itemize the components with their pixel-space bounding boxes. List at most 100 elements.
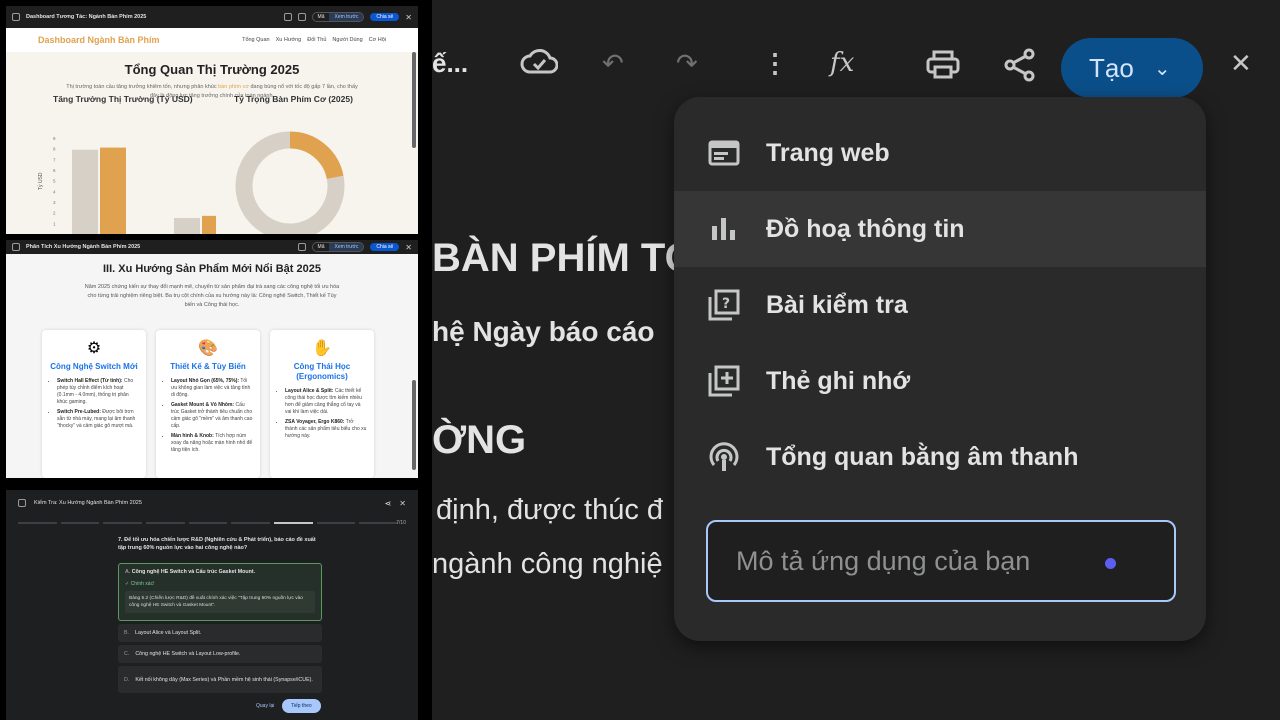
menu-item-quiz[interactable]: ? Bài kiểm tra <box>674 267 1206 343</box>
describe-app-input[interactable]: Mô tả ứng dụng của bạn <box>706 520 1176 602</box>
editor-area: ế... ↶ ↷ ⋮ fx Tạo ⌄ ✕ BÀN PHÍM TO hệ Ngà… <box>432 0 1280 720</box>
y-tick-label: 7 <box>53 157 56 162</box>
list-item: Switch Pre-Lubed: Được bôi trơn sẵn từ n… <box>57 409 139 430</box>
close-icon[interactable]: ✕ <box>405 13 412 22</box>
list-item: Layout Nhỏ Gọn (65%, 75%): Tối ưu không … <box>171 378 253 399</box>
document-icon <box>12 243 20 251</box>
trend-card: ⚙ Công Nghệ Switch Mới Switch Hall Effec… <box>42 330 146 478</box>
view-toggle[interactable]: Mã Xem trước <box>311 242 365 252</box>
refresh-icon[interactable] <box>297 13 306 21</box>
option-text: Công nghệ HE Switch và Cấu trúc Gasket M… <box>131 569 256 575</box>
panel-topbar: Phân Tích Xu Hướng Ngành Bàn Phím 2025 M… <box>6 240 418 254</box>
y-tick-label: 9 <box>53 136 56 141</box>
close-icon[interactable]: ✕ <box>405 243 412 252</box>
dashboard-nav: Dashboard Ngành Bàn Phím Tổng Quan Xu Hư… <box>6 28 418 52</box>
preview-tab[interactable]: Xem trước <box>329 243 364 251</box>
menu-item-infographic[interactable]: Đồ hoạ thông tin <box>674 191 1206 267</box>
answer-option-b[interactable]: B. Layout Alice và Layout Split. <box>118 624 322 642</box>
panel-topbar: Dashboard Tương Tác: Ngành Bàn Phím 2025… <box>6 6 418 28</box>
y-axis-label: Tỷ USD <box>37 172 44 190</box>
redo-icon[interactable]: ↷ <box>676 48 698 79</box>
menu-item-label: Tổng quan bằng âm thanh <box>766 442 1079 471</box>
gear-icon: ⚙ <box>86 340 102 357</box>
donut-chart <box>235 131 345 234</box>
menu-item-flashcards[interactable]: Thẻ ghi nhớ <box>674 343 1206 419</box>
screen-icon[interactable] <box>283 13 292 21</box>
chevron-down-icon: ⌄ <box>1153 57 1171 80</box>
section-title: III. Xu Hướng Sản Phẩm Mới Nổi Bật 2025 <box>103 263 321 275</box>
share-icon[interactable]: ⋖ <box>385 499 392 508</box>
create-button[interactable]: Tạo ⌄ <box>1061 38 1203 98</box>
question-text: 7. Để tối ưu hóa chiến lược R&D (Nghiên … <box>118 537 316 551</box>
close-icon[interactable]: ✕ <box>399 499 406 508</box>
trend-card: 🎨 Thiết Kế & Tùy Biến Layout Nhỏ Gọn (65… <box>156 330 260 478</box>
code-tab[interactable]: Mã <box>313 243 330 251</box>
sparkle-icon <box>1105 558 1116 569</box>
svg-text:?: ? <box>722 296 730 312</box>
nav-link[interactable]: Người Dùng <box>332 37 362 43</box>
bar <box>100 147 126 234</box>
card-list: Layout Nhỏ Gọn (65%, 75%): Tối ưu không … <box>163 378 253 454</box>
share-button[interactable]: Chia sẻ <box>370 13 400 21</box>
answer-option-d[interactable]: D. Kết nối không dây (Max Series) và Phần… <box>118 666 322 693</box>
progress-segment <box>103 522 143 524</box>
bar <box>174 218 200 234</box>
doc-text: hệ Ngày báo cáo <box>432 316 655 347</box>
list-item: Layout Alice & Split: Các thiết kế công … <box>285 388 367 416</box>
view-toggle[interactable]: Mã Xem trước <box>311 12 365 22</box>
hand-icon: ✋ <box>312 340 332 357</box>
scrollbar[interactable] <box>412 52 416 148</box>
document-icon <box>18 499 26 507</box>
undo-icon[interactable]: ↶ <box>602 48 624 79</box>
doc-text: định, được thúc đ <box>436 494 664 526</box>
list-item: Switch Hall Effect (Từ tính): Cho phép t… <box>57 378 139 406</box>
create-menu: Trang web Đồ hoạ thông tin ? Bài kiểm tr… <box>674 97 1206 641</box>
nav-link[interactable]: Đối Thủ <box>307 37 326 43</box>
cloud-sync-icon[interactable] <box>520 46 559 83</box>
progress-segment <box>60 522 100 524</box>
window-title: Kiểm Tra: Xu Hướng Ngành Bàn Phím 2025 <box>34 500 142 506</box>
next-button[interactable]: Tiếp theo <box>282 699 321 713</box>
function-icon[interactable]: fx <box>830 48 854 78</box>
screen-icon[interactable] <box>297 243 306 251</box>
code-tab[interactable]: Mã <box>313 13 330 21</box>
list-item: Gasket Mount & Vỏ Nhôm: Cấu trúc Gasket … <box>171 402 253 430</box>
document-title[interactable]: ế... <box>432 48 468 79</box>
dashboard-preview-panel: Dashboard Tương Tác: Ngành Bàn Phím 2025… <box>6 6 418 234</box>
doc-heading: BÀN PHÍM TO <box>432 236 696 280</box>
doc-heading: ỜNG <box>432 418 527 462</box>
page-title: Tổng Quan Thị Trường 2025 <box>124 62 300 77</box>
progress-segment <box>231 522 271 524</box>
scrollbar[interactable] <box>412 380 416 470</box>
nav-link[interactable]: Cơ Hội <box>369 37 386 43</box>
quiz-panel: Kiểm Tra: Xu Hướng Ngành Bàn Phím 2025 ⋖… <box>6 490 418 720</box>
highlight-text: bàn phím cơ <box>218 84 249 90</box>
y-tick-label: 4 <box>53 189 56 194</box>
print-icon[interactable] <box>926 50 960 87</box>
create-label: Tạo <box>1089 52 1134 83</box>
answer-option-c[interactable]: C. Công nghệ HE Switch và Layout Low-prof… <box>118 645 322 663</box>
progress-segment <box>188 522 228 524</box>
preview-tab[interactable]: Xem trước <box>329 13 364 21</box>
nav-link[interactable]: Xu Hướng <box>276 37 302 43</box>
share-button[interactable]: Chia sẻ <box>370 243 400 251</box>
y-tick-label: 8 <box>53 147 56 152</box>
nav-link[interactable]: Tổng Quan <box>242 37 270 43</box>
y-tick-label: 1 <box>53 221 56 226</box>
answer-option-a[interactable]: A. Công nghệ HE Switch và Cấu trúc Gaske… <box>118 563 322 621</box>
y-tick-label: 6 <box>53 168 56 173</box>
bar-chart: Tỷ USD 9 8 7 6 5 4 3 2 1 <box>37 136 216 234</box>
close-icon[interactable]: ✕ <box>1230 48 1252 79</box>
y-tick-label: 3 <box>53 200 56 205</box>
editor-toolbar: ế... ↶ ↷ ⋮ fx Tạo ⌄ ✕ <box>432 34 1280 100</box>
brand-title[interactable]: Dashboard Ngành Bàn Phím <box>38 35 160 45</box>
share-icon[interactable] <box>1004 48 1036 89</box>
option-text: Layout Alice và Layout Split. <box>135 630 202 636</box>
menu-item-web[interactable]: Trang web <box>674 115 1206 191</box>
menu-item-audio-overview[interactable]: Tổng quan bằng âm thanh <box>674 419 1206 495</box>
more-vert-icon[interactable]: ⋮ <box>762 48 788 79</box>
screenshot-root: Dashboard Tương Tác: Ngành Bàn Phím 2025… <box>0 0 1280 720</box>
web-icon <box>708 137 740 169</box>
back-button[interactable]: Quay lại <box>256 703 274 709</box>
progress-segment <box>18 522 57 524</box>
